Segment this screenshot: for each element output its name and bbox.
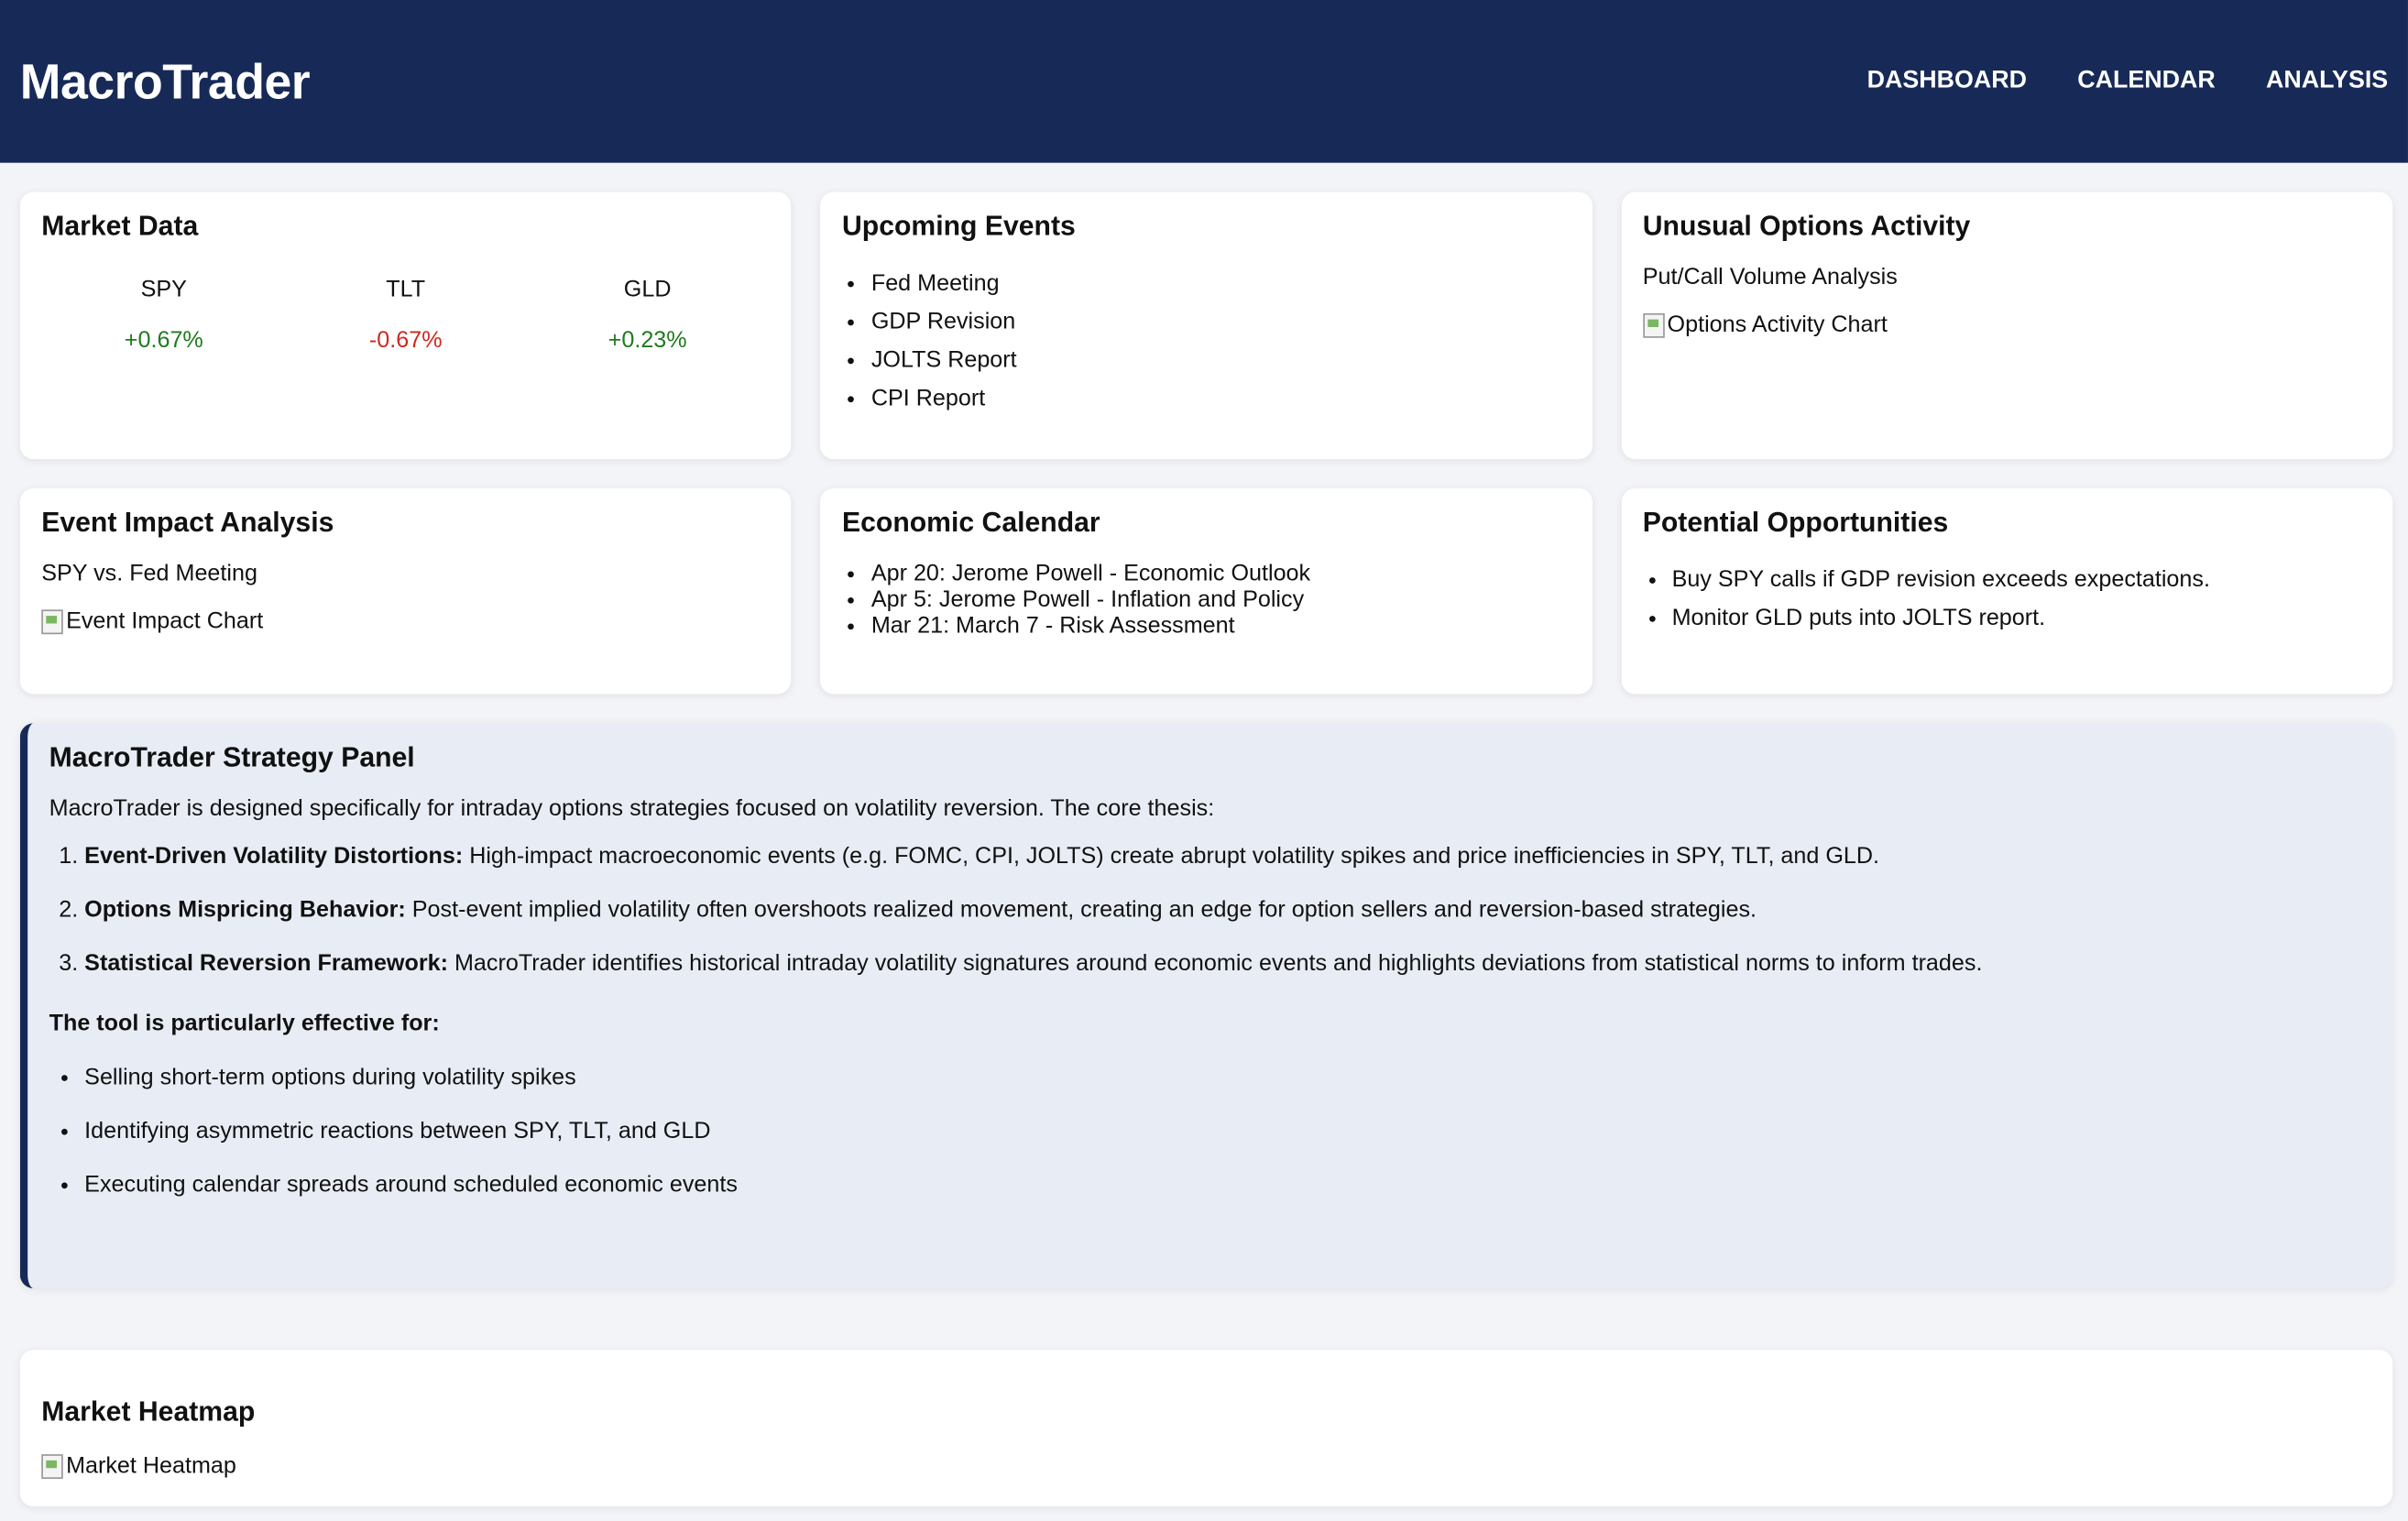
thesis-text: Post-event implied volatility often over… <box>405 896 1757 924</box>
image-alt-text: Market Heatmap <box>66 1452 236 1479</box>
thesis-text: High-impact macroeconomic events (e.g. F… <box>463 843 1880 870</box>
card-subtitle: Put/Call Volume Analysis <box>1642 264 1898 290</box>
list-item: Monitor GLD puts into JOLTS report. <box>1672 599 2371 638</box>
broken-image-icon <box>1642 312 1665 337</box>
list-item: Identifying asymmetric reactions between… <box>84 1118 2371 1143</box>
brand-logo[interactable]: MacroTrader <box>20 53 311 110</box>
list-item: GDP Revision <box>871 302 1571 341</box>
ticker-change: -0.67% <box>368 326 443 354</box>
market-heatmap-card: Market Heatmap Market Heatmap <box>19 1350 2393 1507</box>
image-alt-text: Options Activity Chart <box>1667 312 1888 338</box>
list-item: Executing calendar spreads around schedu… <box>84 1172 2371 1198</box>
list-item: Apr 20: Jerome Powell - Economic Outlook <box>871 561 1571 586</box>
ticker-spy[interactable]: SPY +0.67% <box>125 277 203 354</box>
options-activity-chart-image: Options Activity Chart <box>1642 312 1888 338</box>
economic-calendar-card: Economic Calendar Apr 20: Jerome Powell … <box>820 487 1593 695</box>
list-item: Buy SPY calls if GDP revision exceeds ex… <box>1672 561 2371 599</box>
list-item: Statistical Reversion Framework: MacroTr… <box>84 950 2371 976</box>
calendar-list: Apr 20: Jerome Powell - Economic Outlook… <box>842 561 1571 639</box>
ticker-tlt[interactable]: TLT -0.67% <box>369 277 443 354</box>
card-title: Event Impact Analysis <box>41 507 334 538</box>
panel-title: MacroTrader Strategy Panel <box>49 741 415 773</box>
dashboard-grid: Market Data SPY +0.67% TLT -0.67% GLD +0… <box>0 163 2408 695</box>
ticker-change: +0.67% <box>124 326 203 354</box>
list-item: CPI Report <box>871 379 1571 418</box>
list-item: Options Mispricing Behavior: Post-event … <box>84 897 2371 923</box>
opportunities-card: Potential Opportunities Buy SPY calls if… <box>1621 487 2393 695</box>
nav-calendar[interactable]: CALENDAR <box>2077 68 2215 95</box>
nav-analysis[interactable]: ANALYSIS <box>2266 68 2388 95</box>
events-list: Fed Meeting GDP Revision JOLTS Report CP… <box>842 264 1571 418</box>
market-heatmap-image: Market Heatmap <box>41 1452 236 1479</box>
thesis-label: Options Mispricing Behavior: <box>84 896 406 924</box>
strategy-panel: MacroTrader Strategy Panel MacroTrader i… <box>19 723 2393 1289</box>
card-title: Market Heatmap <box>41 1395 256 1428</box>
card-title: Unusual Options Activity <box>1642 210 1971 242</box>
nav-dashboard[interactable]: DASHBOARD <box>1867 68 2027 95</box>
ticker-symbol: TLT <box>386 276 426 303</box>
list-item: Mar 21: March 7 - Risk Assessment <box>871 613 1571 639</box>
list-item: JOLTS Report <box>871 341 1571 379</box>
thesis-text: MacroTrader identifies historical intrad… <box>447 950 1983 977</box>
thesis-label: Statistical Reversion Framework: <box>84 950 448 977</box>
list-item: Fed Meeting <box>871 264 1571 302</box>
thesis-label: Event-Driven Volatility Distortions: <box>84 843 464 870</box>
thesis-list: Event-Driven Volatility Distortions: Hig… <box>49 843 2371 977</box>
card-title: Potential Opportunities <box>1642 507 1949 538</box>
upcoming-events-card: Upcoming Events Fed Meeting GDP Revision… <box>820 191 1593 460</box>
list-item: Event-Driven Volatility Distortions: Hig… <box>84 843 2371 869</box>
list-item: Selling short-term options during volati… <box>84 1064 2371 1089</box>
ticker-change: +0.23% <box>607 326 687 354</box>
broken-image-icon <box>41 608 63 634</box>
card-title: Upcoming Events <box>841 210 1076 242</box>
ticker-symbol: SPY <box>140 276 187 303</box>
strategy-intro: MacroTrader is designed specifically for… <box>49 795 1215 822</box>
ticker-symbol: GLD <box>623 276 672 303</box>
list-item: Apr 5: Jerome Powell - Inflation and Pol… <box>871 586 1571 612</box>
opportunities-list: Buy SPY calls if GDP revision exceeds ex… <box>1643 561 2371 638</box>
ticker-gld[interactable]: GLD +0.23% <box>608 277 687 354</box>
options-activity-card: Unusual Options Activity Put/Call Volume… <box>1621 191 2393 460</box>
event-impact-card: Event Impact Analysis SPY vs. Fed Meetin… <box>19 487 792 695</box>
card-subtitle: SPY vs. Fed Meeting <box>41 560 257 587</box>
broken-image-icon <box>41 1453 63 1479</box>
market-data-card: Market Data SPY +0.67% TLT -0.67% GLD +0… <box>19 191 792 460</box>
effective-heading: The tool is particularly effective for: <box>49 1010 440 1037</box>
ticker-list: SPY +0.67% TLT -0.67% GLD +0.23% <box>41 277 770 354</box>
event-impact-chart-image: Event Impact Chart <box>41 608 263 634</box>
main-nav: DASHBOARD CALENDAR ANALYSIS <box>1867 68 2389 95</box>
card-title: Economic Calendar <box>841 507 1100 538</box>
top-header: MacroTrader DASHBOARD CALENDAR ANALYSIS <box>0 0 2408 163</box>
card-title: Market Data <box>41 210 199 242</box>
image-alt-text: Event Impact Chart <box>66 607 264 635</box>
use-cases-list: Selling short-term options during volati… <box>49 1064 2371 1198</box>
